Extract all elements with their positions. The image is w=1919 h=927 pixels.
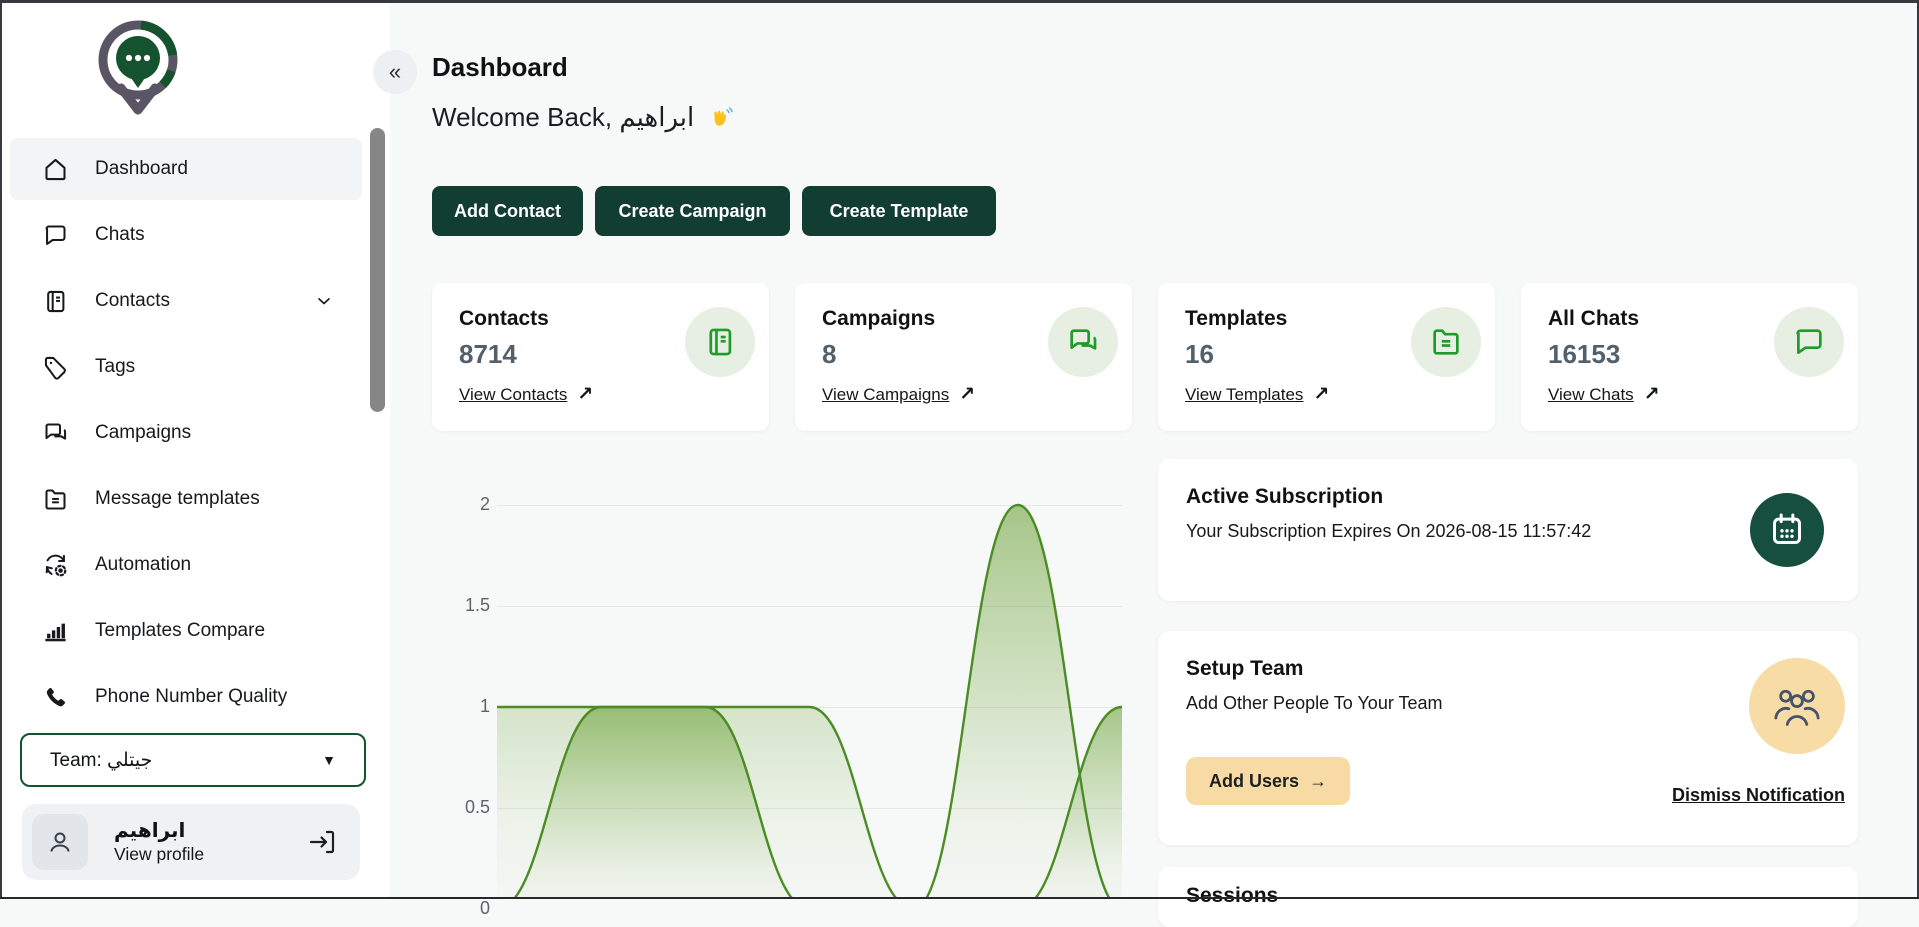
- sidebar: Dashboard Chats Contacts Tags Campaigns: [0, 0, 390, 899]
- address-book-icon: [47, 290, 65, 312]
- view-templates-link[interactable]: View Templates ↗: [1185, 383, 1329, 406]
- window-frame-left: [0, 0, 2, 899]
- stat-title: Contacts: [459, 307, 549, 330]
- y-tick-label: 1: [479, 696, 490, 716]
- app-logo-chat-pin: [98, 20, 178, 115]
- setup-team-card: Setup Team Add Other People To Your Team…: [1158, 631, 1858, 845]
- view-chats-link[interactable]: View Chats ↗: [1548, 383, 1660, 406]
- stat-title: Templates: [1185, 307, 1288, 330]
- sidebar-item-label: Templates Compare: [95, 620, 266, 641]
- chevron-down-icon[interactable]: [314, 291, 334, 311]
- arrow-right-icon: →: [1309, 770, 1328, 791]
- sidebar-item-phone-number-quality[interactable]: Phone Number Quality: [10, 666, 362, 728]
- chat-icon: [45, 224, 66, 245]
- sidebar-item-chats[interactable]: Chats: [10, 204, 362, 266]
- sidebar-item-automation[interactable]: Automation: [10, 534, 362, 596]
- subscription-title: Active Subscription: [1186, 485, 1384, 508]
- phone-icon: [46, 687, 66, 706]
- stat-value: 16: [1185, 339, 1214, 369]
- team-select-value: Team: جيتلي: [50, 749, 153, 771]
- view-campaigns-link[interactable]: View Campaigns ↗: [822, 383, 975, 406]
- double-chevron-left-icon: «: [388, 59, 402, 84]
- y-tick-label: 0: [479, 898, 490, 918]
- stat-value: 16153: [1548, 339, 1621, 369]
- create-template-button[interactable]: Create Template: [802, 186, 996, 236]
- stat-card-templates: Templates 16 View Templates ↗: [1158, 283, 1495, 431]
- folder-template-icon: [1411, 307, 1481, 377]
- sidebar-item-label: Chats: [95, 224, 145, 245]
- welcome-message: Welcome Back, ابراهيم: [432, 102, 734, 133]
- logout-icon[interactable]: [306, 827, 336, 857]
- stat-title: All Chats: [1548, 307, 1640, 330]
- subscription-expiry-text: Your Subscription Expires On 2026-08-15 …: [1186, 521, 1592, 541]
- double-chat-icon: [45, 422, 67, 440]
- sidebar-item-dashboard[interactable]: Dashboard: [10, 138, 362, 200]
- view-profile-link[interactable]: View profile: [114, 844, 204, 866]
- folder-template-icon: [45, 488, 66, 510]
- bar-chart-icon: [45, 623, 66, 641]
- tag-icon: [44, 356, 66, 380]
- view-contacts-link[interactable]: View Contacts ↗: [459, 383, 593, 406]
- page-title: Dashboard: [432, 52, 568, 82]
- arrow-up-right-icon: ↗: [577, 384, 594, 405]
- arrow-up-right-icon: ↗: [1643, 384, 1660, 405]
- stat-title: Campaigns: [822, 307, 936, 330]
- person-icon: [50, 832, 70, 852]
- partial-card-title: Sessions: [1186, 884, 1279, 907]
- add-contact-button[interactable]: Add Contact: [432, 186, 583, 236]
- arrow-up-right-icon: ↗: [1313, 384, 1330, 405]
- calendar-icon: [1750, 493, 1824, 567]
- add-users-button[interactable]: Add Users →: [1186, 757, 1350, 805]
- sidebar-item-label: Contacts: [95, 290, 170, 311]
- active-subscription-card: Active Subscription Your Subscription Ex…: [1158, 459, 1858, 601]
- setup-team-title: Setup Team: [1186, 657, 1304, 680]
- stat-value: 8: [822, 339, 837, 369]
- people-group-icon: [1749, 658, 1845, 754]
- setup-team-text: Add Other People To Your Team: [1186, 693, 1443, 713]
- waving-hand-icon: [714, 106, 734, 126]
- sidebar-item-message-templates[interactable]: Message templates: [10, 468, 362, 530]
- sidebar-collapse-button[interactable]: «: [373, 50, 417, 94]
- stat-card-campaigns: Campaigns 8 View Campaigns ↗: [795, 283, 1132, 431]
- sidebar-item-campaigns[interactable]: Campaigns: [10, 402, 362, 464]
- stat-card-all-chats: All Chats 16153 View Chats ↗: [1521, 283, 1858, 431]
- sidebar-item-label: Dashboard: [95, 158, 188, 179]
- sidebar-item-templates-compare[interactable]: Templates Compare: [10, 600, 362, 662]
- chat-bubble-icon: [1774, 307, 1844, 377]
- automation-gear-icon: [45, 554, 67, 576]
- window-frame-top: [0, 0, 1919, 3]
- sidebar-item-contacts[interactable]: Contacts: [10, 270, 362, 332]
- sidebar-item-tags[interactable]: Tags: [10, 336, 362, 398]
- welcome-text: Welcome Back, ابراهيم: [432, 102, 695, 132]
- home-icon: [45, 158, 66, 180]
- team-select-dropdown[interactable]: Team: جيتلي ▼: [20, 733, 366, 787]
- sidebar-item-label: Message templates: [95, 488, 260, 509]
- dismiss-notification-link[interactable]: Dismiss Notification: [1672, 785, 1845, 806]
- arrow-up-right-icon: ↗: [959, 384, 976, 405]
- y-tick-label: 2: [479, 494, 490, 514]
- sidebar-item-label: Tags: [95, 356, 136, 377]
- sidebar-item-label: Phone Number Quality: [95, 686, 288, 707]
- y-tick-label: 0.5: [464, 797, 490, 817]
- stat-card-contacts: Contacts 8714 View Contacts ↗: [432, 283, 769, 431]
- avatar: [32, 814, 88, 870]
- area-chart: [497, 503, 1123, 897]
- dropdown-caret-icon: ▼: [322, 752, 336, 768]
- double-chat-icon: [1048, 307, 1118, 377]
- create-campaign-button[interactable]: Create Campaign: [595, 186, 790, 236]
- y-tick-label: 1.5: [464, 595, 490, 615]
- stat-value: 8714: [459, 339, 517, 369]
- sidebar-item-label: Campaigns: [95, 422, 192, 443]
- sidebar-scrollbar-thumb[interactable]: [370, 128, 385, 412]
- contact-book-icon: [685, 307, 755, 377]
- sidebar-item-label: Automation: [95, 554, 192, 575]
- profile-name: ابراهيم: [114, 819, 186, 842]
- profile-card[interactable]: ابراهيم View profile: [22, 804, 360, 880]
